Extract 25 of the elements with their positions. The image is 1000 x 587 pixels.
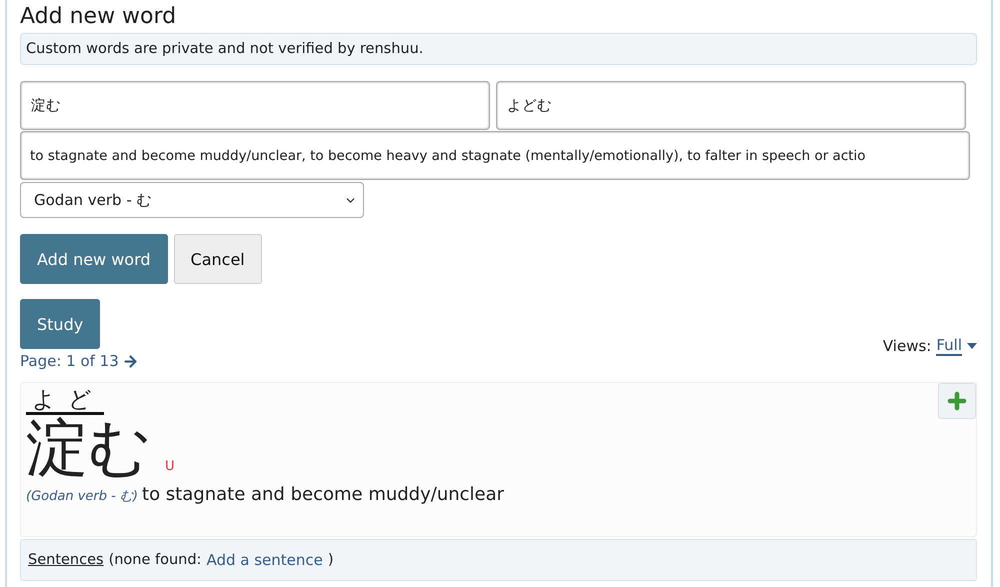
sentences-link[interactable]: Sentences [28, 552, 104, 568]
next-arrow-icon[interactable] [122, 352, 139, 370]
page-title: Add new word [20, 4, 178, 29]
info-notice: Custom words are private and not verified by renshuu. [20, 33, 977, 65]
word-definition: to stagnate and become muddy/unclear [142, 484, 504, 506]
closing-paren: ) [328, 552, 334, 568]
word-type-select[interactable]: Godan verb - む [20, 182, 364, 218]
plus-icon [945, 389, 969, 413]
add-sentence-link[interactable]: Add a sentence [206, 551, 323, 569]
add-word-button[interactable]: Add new word [20, 234, 168, 284]
page-indicator: Page: 1 of 13 [20, 352, 119, 370]
furigana-text: よど [26, 389, 104, 415]
views-dropdown[interactable]: Full [936, 336, 962, 356]
study-button[interactable]: Study [20, 299, 100, 349]
usage-mark: U [165, 459, 175, 474]
caret-down-icon [967, 343, 977, 349]
reading-input[interactable]: よどむ [496, 81, 966, 130]
cancel-button[interactable]: Cancel [174, 234, 262, 284]
kanji-input[interactable]: 淀む [20, 81, 490, 130]
word-type-label: (Godan verb - む) [26, 488, 138, 506]
add-button[interactable] [938, 383, 976, 419]
word-kanji: 淀む [26, 415, 151, 480]
views-label: Views: [882, 337, 932, 355]
definition-input[interactable]: to stagnate and become muddy/unclear, to become heavy and stagnate (mentally/emotionally), to falter in speech or actio [20, 131, 970, 180]
sentences-note: (none found: [108, 552, 202, 568]
